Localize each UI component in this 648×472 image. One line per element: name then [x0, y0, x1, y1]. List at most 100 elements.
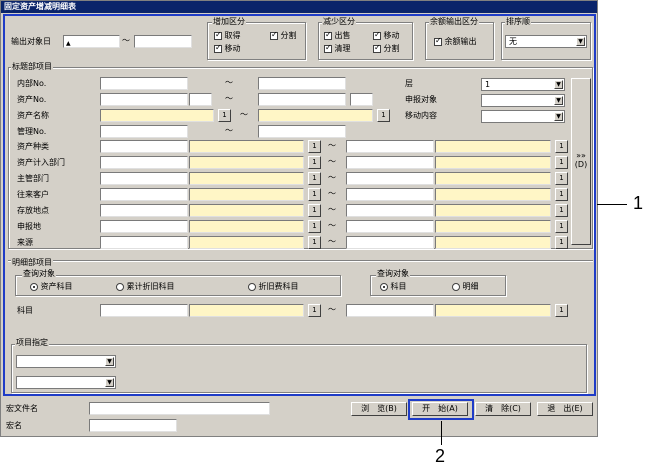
item-spec-select-2[interactable]: ▼ — [16, 376, 116, 389]
code-row-from-code-field[interactable] — [100, 236, 188, 249]
subject-to-lookup-button[interactable]: 1 — [555, 304, 568, 317]
code-row-to-code-field[interactable] — [346, 236, 434, 249]
manage-no-to-field[interactable] — [258, 125, 346, 138]
code-row-from-lookup-button[interactable]: 1 — [308, 172, 321, 185]
code-row-to-name-field[interactable] — [435, 236, 551, 249]
increase-split-checkbox[interactable]: 分割 — [270, 30, 297, 41]
asset-name-from-field[interactable] — [100, 109, 214, 122]
decrease-group-title: 减少区分 — [322, 17, 356, 27]
code-row-to-lookup-button[interactable]: 1 — [555, 220, 568, 233]
manage-no-label: 管理No. — [17, 127, 47, 136]
increase-group-title: 增加区分 — [212, 17, 246, 27]
code-row-to-name-field[interactable] — [435, 188, 551, 201]
increase-move-checkbox[interactable]: 移动 — [214, 43, 241, 54]
subject-to-code-field[interactable] — [346, 304, 434, 317]
internal-no-to-field[interactable] — [258, 77, 346, 90]
decrease-sell-checkbox[interactable]: 出售 — [324, 30, 351, 41]
code-row-from-lookup-button[interactable]: 1 — [308, 220, 321, 233]
code-row-to-name-field[interactable] — [435, 140, 551, 153]
code-row-to-lookup-button[interactable]: 1 — [555, 188, 568, 201]
asset-name-tilde: ～ — [240, 110, 248, 119]
code-row-to-lookup-button[interactable]: 1 — [555, 156, 568, 169]
move-content-select[interactable]: ▼ — [481, 110, 565, 123]
radio-asset-subject[interactable]: 资产科目 — [30, 282, 73, 292]
internal-no-tilde: ～ — [225, 78, 233, 87]
code-row-from-code-field[interactable] — [100, 188, 188, 201]
radio-dep-expense-subject[interactable]: 折旧费科目 — [248, 282, 299, 292]
subject-from-lookup-button[interactable]: 1 — [308, 304, 321, 317]
code-row-from-code-field[interactable] — [100, 204, 188, 217]
report-target-select[interactable]: ▼ — [481, 94, 565, 107]
code-row-to-name-field[interactable] — [435, 220, 551, 233]
asset-no-from-field[interactable] — [100, 93, 188, 106]
code-row-to-code-field[interactable] — [346, 140, 434, 153]
code-row-from-name-field[interactable] — [189, 172, 304, 185]
code-row-from-name-field[interactable] — [189, 236, 304, 249]
code-row-to-code-field[interactable] — [346, 172, 434, 185]
subject-from-code-field[interactable] — [100, 304, 188, 317]
code-row-to-code-field[interactable] — [346, 220, 434, 233]
order-select[interactable]: 无 ▼ — [505, 35, 587, 48]
balance-output-checkbox[interactable]: 余额输出 — [434, 36, 477, 47]
code-row-tilde: ～ — [328, 189, 336, 198]
code-row-to-name-field[interactable] — [435, 172, 551, 185]
radio-detail[interactable]: 明细 — [452, 282, 479, 292]
code-row-from-lookup-button[interactable]: 1 — [308, 236, 321, 249]
subject-to-name-field[interactable] — [435, 304, 551, 317]
code-row-from-name-field[interactable] — [189, 188, 304, 201]
decrease-split-checkbox[interactable]: 分割 — [373, 43, 400, 54]
output-date-from-field[interactable]: ▲ — [63, 35, 120, 48]
code-row-to-lookup-button[interactable]: 1 — [555, 236, 568, 249]
code-row-from-lookup-button[interactable]: 1 — [308, 204, 321, 217]
code-row-to-lookup-button[interactable]: 1 — [555, 204, 568, 217]
macro-file-label: 宏文件名 — [6, 404, 38, 413]
macro-name-field[interactable] — [89, 419, 177, 432]
subject-from-name-field[interactable] — [189, 304, 304, 317]
decrease-clear-checkbox[interactable]: 清理 — [324, 43, 351, 54]
output-date-to-field[interactable] — [134, 35, 192, 48]
code-row-from-name-field[interactable] — [189, 156, 304, 169]
asset-name-label: 资产名称 — [17, 111, 49, 120]
code-row-to-code-field[interactable] — [346, 204, 434, 217]
code-row-to-code-field[interactable] — [346, 156, 434, 169]
item-spec-select-1[interactable]: ▼ — [16, 355, 116, 368]
code-row-from-lookup-button[interactable]: 1 — [308, 188, 321, 201]
code-row-to-code-field[interactable] — [346, 188, 434, 201]
code-row-to-name-field[interactable] — [435, 156, 551, 169]
asset-name-from-lookup-button[interactable]: 1 — [218, 109, 231, 122]
code-row-from-lookup-button[interactable]: 1 — [308, 156, 321, 169]
subject-label: 科目 — [17, 306, 33, 315]
increase-get-checkbox[interactable]: 取得 — [214, 30, 241, 41]
browse-button[interactable]: 浏 览(B) — [351, 402, 407, 416]
callout-label-2: 2 — [435, 446, 446, 466]
macro-name-label: 宏名 — [6, 421, 22, 430]
layer-select[interactable]: 1 ▼ — [481, 78, 565, 91]
move-content-label: 移动内容 — [405, 111, 437, 120]
code-row-from-code-field[interactable] — [100, 220, 188, 233]
asset-name-to-lookup-button[interactable]: 1 — [377, 109, 390, 122]
manage-no-from-field[interactable] — [100, 125, 188, 138]
asset-no-to-field[interactable] — [258, 93, 346, 106]
item-spec-title: 项目指定 — [15, 338, 49, 348]
code-row-from-code-field[interactable] — [100, 156, 188, 169]
code-row-from-name-field[interactable] — [189, 140, 304, 153]
exit-button[interactable]: 退 出(E) — [537, 402, 593, 416]
code-row-to-lookup-button[interactable]: 1 — [555, 172, 568, 185]
radio-subject[interactable]: 科目 — [380, 282, 407, 292]
code-row-to-lookup-button[interactable]: 1 — [555, 140, 568, 153]
clear-button[interactable]: 清 除(C) — [475, 402, 531, 416]
expand-details-button[interactable]: »» (D) — [571, 78, 591, 245]
internal-no-from-field[interactable] — [100, 77, 188, 90]
code-row-to-name-field[interactable] — [435, 204, 551, 217]
code-row-from-code-field[interactable] — [100, 140, 188, 153]
code-row-from-lookup-button[interactable]: 1 — [308, 140, 321, 153]
asset-name-to-field[interactable] — [258, 109, 373, 122]
code-row-from-name-field[interactable] — [189, 204, 304, 217]
decrease-move-checkbox[interactable]: 移动 — [373, 30, 400, 41]
code-row-from-code-field[interactable] — [100, 172, 188, 185]
radio-accum-dep-subject[interactable]: 累计折旧科目 — [116, 282, 175, 292]
asset-no-from-sub-field[interactable] — [189, 93, 212, 106]
code-row-from-name-field[interactable] — [189, 220, 304, 233]
macro-file-field[interactable] — [89, 402, 270, 415]
asset-no-to-sub-field[interactable] — [350, 93, 373, 106]
